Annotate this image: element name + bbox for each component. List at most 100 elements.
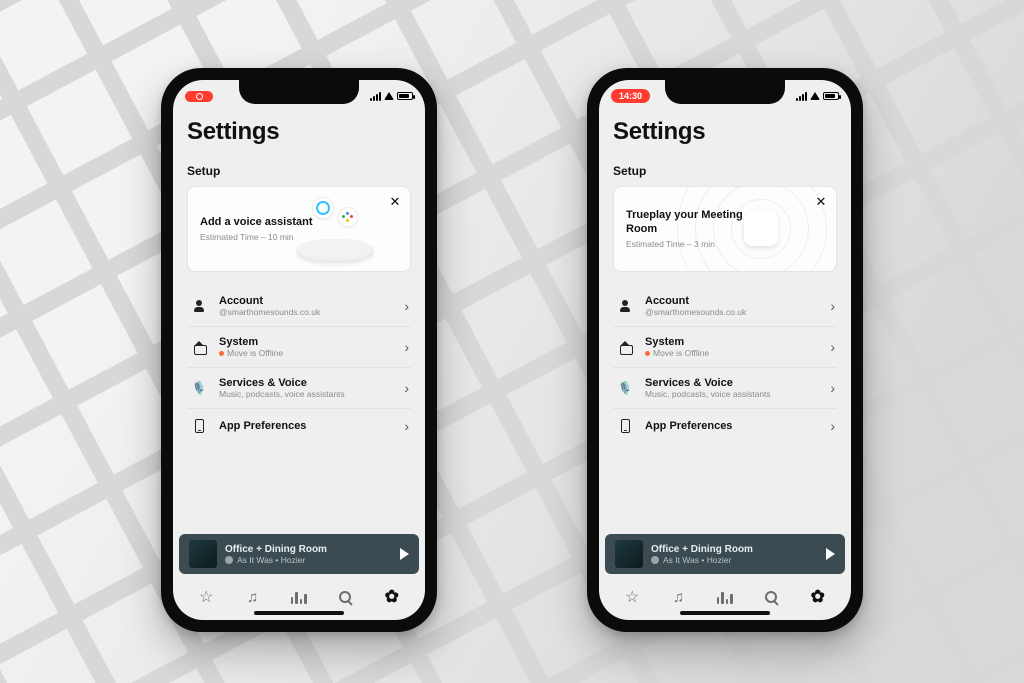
row-sublabel: Music, podcasts, voice assistants [645, 389, 820, 399]
wifi-icon [810, 92, 820, 100]
page-title: Settings [187, 118, 411, 146]
row-sublabel: Move is Offline [653, 348, 709, 358]
star-icon: ☆ [625, 587, 639, 607]
home-icon [189, 341, 209, 353]
tab-search[interactable] [331, 591, 359, 603]
row-label: App Preferences [219, 420, 394, 432]
album-art [615, 540, 643, 568]
row-account[interactable]: Account @smarthomesounds.co.uk › [613, 286, 837, 327]
equalizer-icon [717, 590, 733, 604]
phone-left: Settings Setup Add a voice assistant Est… [161, 68, 437, 632]
voice-icon: 🎙️ [189, 382, 209, 394]
now-playing-track: As It Was • Hozier [237, 555, 305, 565]
status-right [796, 92, 839, 101]
screen: Settings Setup Add a voice assistant Est… [173, 80, 425, 620]
music-icon: ♫ [247, 589, 258, 606]
now-playing-bar[interactable]: Office + Dining Room As It Was • Hozier [605, 534, 845, 574]
tab-search[interactable] [757, 591, 785, 603]
close-icon[interactable]: ✕ [812, 193, 830, 211]
content: Settings Setup Add a voice assistant Est… [173, 112, 425, 530]
chevron-right-icon: › [404, 298, 409, 314]
now-playing-room: Office + Dining Room [651, 544, 818, 555]
now-playing-room: Office + Dining Room [225, 544, 392, 555]
now-playing-track: As It Was • Hozier [663, 555, 731, 565]
row-label: Services & Voice [219, 377, 394, 389]
row-services-voice[interactable]: 🎙️ Services & Voice Music, podcasts, voi… [187, 368, 411, 409]
card-illustration [286, 195, 386, 263]
row-services-voice[interactable]: 🎙️ Services & Voice Music, podcasts, voi… [613, 368, 837, 409]
row-label: Services & Voice [645, 377, 820, 389]
stage: Settings Setup Add a voice assistant Est… [0, 0, 1024, 683]
row-label: Account [219, 295, 394, 307]
smart-speaker-icon [296, 239, 374, 263]
section-label: Setup [187, 164, 411, 178]
tab-settings[interactable]: ✿ [378, 587, 406, 607]
record-icon [196, 93, 203, 100]
tab-favorites[interactable]: ☆ [192, 587, 220, 607]
home-indicator[interactable] [680, 611, 770, 615]
chevron-right-icon: › [830, 380, 835, 396]
search-icon [765, 591, 777, 603]
voice-icon: 🎙️ [615, 382, 635, 394]
settings-list: Account @smarthomesounds.co.uk › System … [187, 286, 411, 443]
status-pill-record[interactable] [185, 91, 213, 102]
google-assistant-icon [338, 207, 358, 227]
gear-icon: ✿ [385, 587, 399, 607]
notch [239, 80, 359, 104]
phone-icon [189, 419, 209, 433]
section-label: Setup [613, 164, 837, 178]
row-label: Account [645, 295, 820, 307]
tab-music[interactable]: ♫ [665, 589, 693, 606]
play-icon[interactable] [400, 548, 409, 560]
now-playing-bar[interactable]: Office + Dining Room As It Was • Hozier [179, 534, 419, 574]
spotify-icon [225, 556, 233, 564]
setup-card-voice-assistant[interactable]: Add a voice assistant Estimated Time – 1… [187, 186, 411, 272]
play-icon[interactable] [826, 548, 835, 560]
row-sublabel: @smarthomesounds.co.uk [645, 307, 820, 317]
music-icon: ♫ [673, 589, 684, 606]
equalizer-icon [291, 590, 307, 604]
row-label: System [219, 336, 394, 348]
row-sublabel: @smarthomesounds.co.uk [219, 307, 394, 317]
home-icon [615, 341, 635, 353]
spotify-icon [651, 556, 659, 564]
tab-rooms[interactable] [711, 590, 739, 604]
status-time: 14:30 [619, 91, 642, 101]
user-icon [615, 300, 635, 312]
row-sublabel: Music, podcasts, voice assistants [219, 389, 394, 399]
phone-icon [615, 419, 635, 433]
row-account[interactable]: Account @smarthomesounds.co.uk › [187, 286, 411, 327]
close-icon[interactable]: ✕ [386, 193, 404, 211]
chevron-right-icon: › [404, 380, 409, 396]
content: Settings Setup Trueplay your Meeting Roo… [599, 112, 851, 530]
card-illustration [696, 187, 826, 271]
battery-icon [397, 92, 413, 100]
row-app-preferences[interactable]: App Preferences › [187, 409, 411, 443]
tab-settings[interactable]: ✿ [804, 587, 832, 607]
row-label: System [645, 336, 820, 348]
chevron-right-icon: › [830, 339, 835, 355]
chevron-right-icon: › [404, 418, 409, 434]
row-system[interactable]: System Move is Offline › [187, 327, 411, 368]
phone-right: 14:30 Settings Setup Trueplay your Meeti… [587, 68, 863, 632]
offline-dot-icon [645, 351, 650, 356]
setup-card-trueplay[interactable]: Trueplay your Meeting Room Estimated Tim… [613, 186, 837, 272]
status-pill-time[interactable]: 14:30 [611, 89, 650, 103]
home-indicator[interactable] [254, 611, 344, 615]
alexa-icon [312, 197, 334, 219]
search-icon [339, 591, 351, 603]
offline-dot-icon [219, 351, 224, 356]
user-icon [189, 300, 209, 312]
gear-icon: ✿ [811, 587, 825, 607]
tab-music[interactable]: ♫ [239, 589, 267, 606]
tab-favorites[interactable]: ☆ [618, 587, 646, 607]
row-system[interactable]: System Move is Offline › [613, 327, 837, 368]
settings-list: Account @smarthomesounds.co.uk › System … [613, 286, 837, 443]
album-art [189, 540, 217, 568]
chevron-right-icon: › [830, 418, 835, 434]
row-app-preferences[interactable]: App Preferences › [613, 409, 837, 443]
star-icon: ☆ [199, 587, 213, 607]
battery-icon [823, 92, 839, 100]
notch [665, 80, 785, 104]
tab-rooms[interactable] [285, 590, 313, 604]
